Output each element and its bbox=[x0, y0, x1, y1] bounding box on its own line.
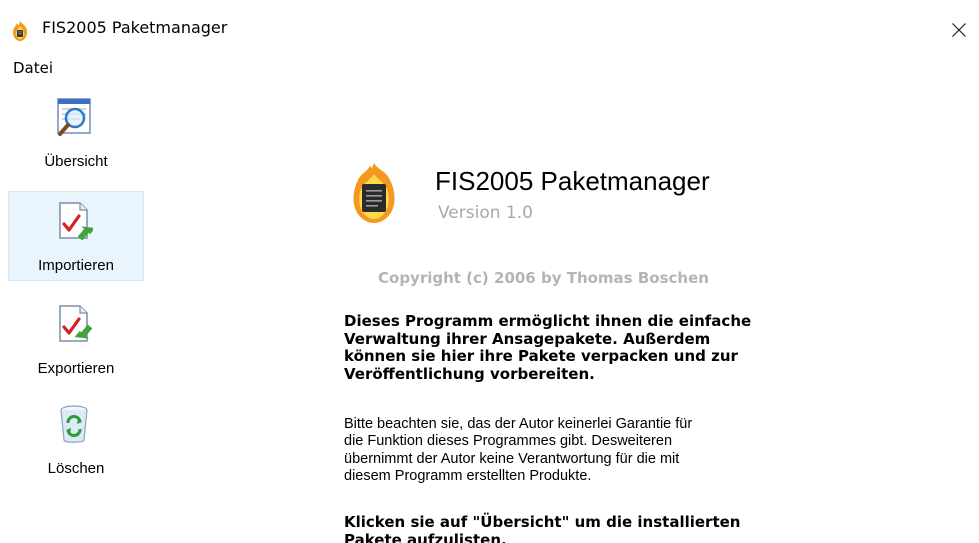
app-window: FIS2005 Paketmanager Datei Übersicht Imp… bbox=[0, 0, 979, 543]
intro-line: Veröffentlichung vorbereiten. bbox=[344, 364, 595, 383]
disclaimer-line: die Funktion dieses Programmes gibt. Des… bbox=[344, 433, 673, 450]
close-button[interactable] bbox=[939, 10, 979, 50]
sidebar-item-label: Exportieren bbox=[37, 360, 115, 377]
export-icon bbox=[59, 305, 93, 342]
hint-text: Klicken sie auf "Übersicht" um die insta… bbox=[344, 513, 864, 543]
disclaimer-line: Bitte beachten sie, das der Autor keiner… bbox=[344, 416, 693, 432]
sidebar-item-exportieren[interactable]: Exportieren bbox=[8, 294, 144, 384]
sidebar-item-importieren[interactable]: Importieren bbox=[8, 191, 144, 281]
menu-datei[interactable]: Datei bbox=[10, 59, 56, 77]
window-title: FIS2005 Paketmanager bbox=[42, 18, 228, 37]
intro-line: können sie hier ihre Pakete verpacken un… bbox=[344, 347, 738, 365]
sidebar-item-loeschen[interactable]: Löschen bbox=[8, 394, 144, 484]
sidebar-item-label: Übersicht bbox=[44, 153, 108, 170]
intro-line: Verwaltung ihrer Ansagepakete. Außerdem bbox=[344, 329, 711, 348]
welcome-panel: FIS2005 Paketmanager Version 1.0 Copyrig… bbox=[150, 82, 979, 543]
flame-chip-logo-icon bbox=[353, 163, 395, 223]
disclaimer-line: diesem Programm erstellten Produkte. bbox=[344, 467, 592, 484]
app-flame-icon bbox=[13, 21, 27, 41]
recycle-bin-icon bbox=[60, 405, 88, 443]
intro-line: Dieses Programm ermöglicht ihnen die ein… bbox=[344, 312, 752, 330]
sidebar-item-label: Importieren bbox=[38, 257, 114, 274]
disclaimer-line: übernimmt der Autor keine Verantwortung … bbox=[344, 450, 680, 467]
hint-line: Klicken sie auf "Übersicht" um die insta… bbox=[344, 513, 741, 531]
menu-bar: Datei bbox=[0, 56, 979, 82]
version-label: Version 1.0 bbox=[438, 203, 533, 223]
sidebar-item-uebersicht[interactable]: Übersicht bbox=[8, 87, 144, 177]
sidebar-item-label: Löschen bbox=[47, 460, 105, 477]
disclaimer-text: Bitte beachten sie, das der Autor keiner… bbox=[344, 416, 864, 485]
import-icon bbox=[59, 202, 93, 241]
intro-text: Dieses Programm ermöglicht ihnen die ein… bbox=[344, 312, 864, 383]
copyright-text: Copyright (c) 2006 by Thomas Boschen bbox=[378, 269, 709, 287]
sidebar: Übersicht Importieren Exportieren Lösche… bbox=[8, 87, 148, 543]
title-bar: FIS2005 Paketmanager bbox=[0, 0, 979, 56]
close-icon bbox=[952, 23, 966, 37]
overview-icon bbox=[57, 98, 91, 136]
hint-line: Pakete aufzulisten. bbox=[344, 530, 507, 543]
app-title: FIS2005 Paketmanager bbox=[435, 166, 710, 196]
